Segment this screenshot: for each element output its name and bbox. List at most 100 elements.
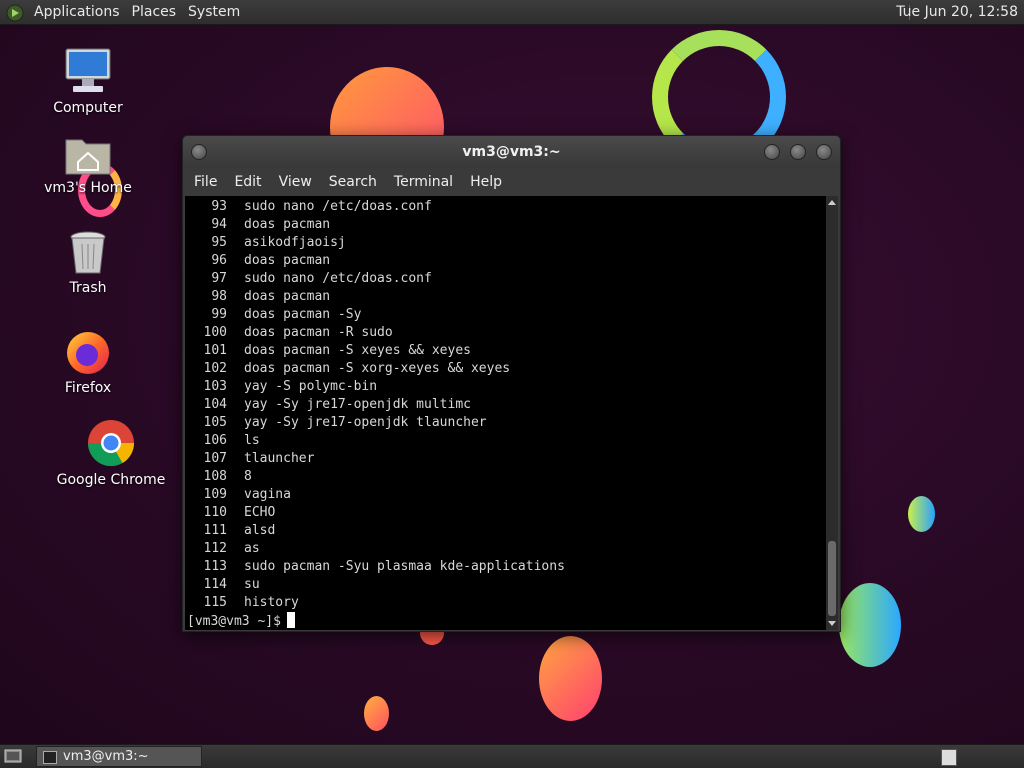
history-command: su <box>244 577 260 592</box>
history-command: sudo nano /etc/doas.conf <box>244 271 432 286</box>
menu-file[interactable]: File <box>187 174 224 190</box>
desktop-icon-home[interactable]: vm3's Home <box>33 124 143 196</box>
terminal-text: 93 sudo nano /etc/doas.conf 94 doas pacman 9… <box>185 196 826 630</box>
menu-view[interactable]: View <box>272 174 319 190</box>
history-line: 105 yay -Sy jre17-openjdk tlauncher <box>189 414 826 432</box>
history-line: 111 alsd <box>189 522 826 540</box>
history-command: vagina <box>244 487 291 502</box>
desktop-icon-computer[interactable]: Computer <box>33 44 143 116</box>
history-line: 110 ECHO <box>189 504 826 522</box>
history-number: 105 <box>203 415 227 430</box>
deco-green-dot <box>908 496 935 532</box>
history-number: 95 <box>211 235 227 250</box>
scroll-up-arrow-icon[interactable] <box>828 200 836 205</box>
history-line: 114 su <box>189 576 826 594</box>
desktop-icon-label: vm3's Home <box>44 180 132 196</box>
show-desktop-icon[interactable] <box>4 748 22 764</box>
scrollbar-thumb[interactable] <box>828 541 836 616</box>
history-line: 94 doas pacman <box>189 216 826 234</box>
history-line: 97 sudo nano /etc/doas.conf <box>189 270 826 288</box>
terminal-icon <box>43 751 57 764</box>
prompt-line[interactable]: [vm3@vm3 ~]$ <box>187 612 826 630</box>
history-command: doas pacman -S xorg-xeyes && xeyes <box>244 361 511 376</box>
menu-terminal[interactable]: Terminal <box>387 174 460 190</box>
menu-system[interactable]: System <box>182 0 246 25</box>
close-button[interactable] <box>816 144 832 160</box>
menu-search[interactable]: Search <box>322 174 384 190</box>
history-line: 100 doas pacman -R sudo <box>189 324 826 342</box>
distro-logo-icon[interactable] <box>6 4 24 22</box>
deco-orange-dot <box>364 696 389 731</box>
text-cursor <box>286 612 295 628</box>
minimize-button[interactable] <box>764 144 780 160</box>
bottom-panel: vm3@vm3:~ <box>0 744 1024 768</box>
clock[interactable]: Tue Jun 20, 12:58 <box>896 0 1018 25</box>
history-command: tlauncher <box>244 451 315 466</box>
home-folder-icon <box>65 139 111 175</box>
history-number: 107 <box>203 451 227 466</box>
terminal-menubar: File Edit View Search Terminal Help <box>183 168 840 196</box>
history-number: 114 <box>203 577 227 592</box>
history-line: 113 sudo pacman -Syu plasmaa kde-applicat… <box>189 558 826 576</box>
history-line: 96 doas pacman <box>189 252 826 270</box>
shell-prompt: [vm3@vm3 ~]$ <box>187 614 281 629</box>
history-line: 104 yay -Sy jre17-openjdk multimc <box>189 396 826 414</box>
history-command: sudo pacman -Syu plasmaa kde-application… <box>244 559 565 574</box>
trash-icon <box>70 231 106 274</box>
history-command: ls <box>244 433 260 448</box>
history-number: 111 <box>203 523 227 538</box>
history-command: asikodfjaoisj <box>244 235 346 250</box>
history-number: 103 <box>203 379 227 394</box>
history-number: 96 <box>211 253 227 268</box>
history-number: 106 <box>203 433 227 448</box>
history-command: doas pacman -R sudo <box>244 325 393 340</box>
history-command: alsd <box>244 523 276 538</box>
taskbar-item-terminal[interactable]: vm3@vm3:~ <box>36 746 202 767</box>
history-line: 106 ls <box>189 432 826 450</box>
history-command: as <box>244 541 260 556</box>
menu-edit[interactable]: Edit <box>227 174 268 190</box>
taskbar-item-label: vm3@vm3:~ <box>63 749 149 764</box>
history-number: 93 <box>211 199 227 214</box>
scroll-down-arrow-icon[interactable] <box>828 621 836 626</box>
history-number: 104 <box>203 397 227 412</box>
history-line: 93 sudo nano /etc/doas.conf <box>189 198 826 216</box>
history-number: 110 <box>203 505 227 520</box>
terminal-output[interactable]: 93 sudo nano /etc/doas.conf 94 doas pacman 9… <box>185 196 826 630</box>
history-command: history <box>244 595 299 610</box>
history-line: 95 asikodfjaoisj <box>189 234 826 252</box>
history-command: yay -S polymc-bin <box>244 379 378 394</box>
menu-applications[interactable]: Applications <box>28 0 126 25</box>
computer-icon <box>65 48 111 92</box>
deco-pink-blob <box>539 636 602 721</box>
maximize-button[interactable] <box>790 144 806 160</box>
history-command: sudo nano /etc/doas.conf <box>244 199 432 214</box>
history-number: 113 <box>203 559 227 574</box>
history-number: 101 <box>203 343 227 358</box>
history-command: 8 <box>244 469 252 484</box>
workspace-switcher[interactable] <box>941 749 957 766</box>
history-line: 107 tlauncher <box>189 450 826 468</box>
menu-help[interactable]: Help <box>463 174 509 190</box>
desktop-icon-trash[interactable]: Trash <box>33 224 143 296</box>
history-number: 99 <box>211 307 227 322</box>
firefox-icon <box>67 332 109 374</box>
chrome-icon <box>87 420 135 467</box>
window-titlebar[interactable]: vm3@vm3:~ <box>183 136 840 168</box>
history-line: 115 history <box>189 594 826 612</box>
deco-green-blob <box>839 583 901 667</box>
top-panel: Applications Places System Tue Jun 20, 1… <box>0 0 1024 25</box>
terminal-scrollbar[interactable] <box>826 196 838 630</box>
history-line: 102 doas pacman -S xorg-xeyes && xeyes <box>189 360 826 378</box>
history-command: ECHO <box>244 505 276 520</box>
history-number: 108 <box>203 469 227 484</box>
desktop-icon-chrome[interactable]: Google Chrome <box>55 416 167 488</box>
terminal-window[interactable]: vm3@vm3:~ File Edit View Search Terminal… <box>182 135 841 632</box>
top-menu: Applications Places System <box>6 0 246 25</box>
history-line: 109 vagina <box>189 486 826 504</box>
menu-places[interactable]: Places <box>126 0 183 25</box>
desktop-icon-label: Trash <box>69 280 107 296</box>
history-command: doas pacman -S xeyes && xeyes <box>244 343 471 358</box>
history-line: 99 doas pacman -Sy <box>189 306 826 324</box>
desktop-icon-firefox[interactable]: Firefox <box>33 324 143 396</box>
